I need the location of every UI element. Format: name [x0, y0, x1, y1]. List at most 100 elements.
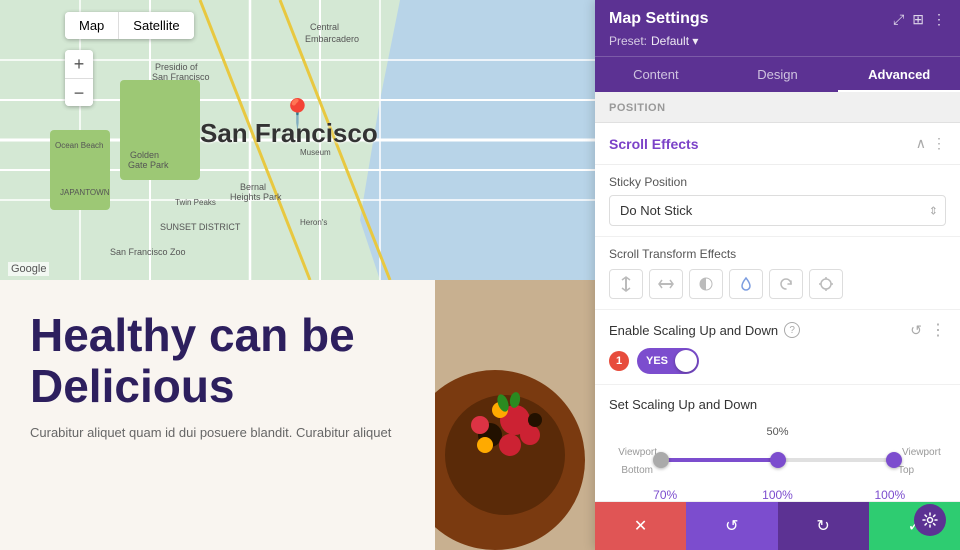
preset-row: Preset: Default ▾ — [609, 34, 946, 48]
percent-label: 50% — [766, 426, 788, 438]
map-button[interactable]: Map — [65, 12, 118, 39]
cancel-button[interactable]: ✕ — [595, 502, 686, 550]
headline: Healthy can be Delicious — [30, 310, 405, 411]
sticky-position-label: Sticky Position — [609, 175, 946, 189]
mid-scale-percent: 100% — [721, 488, 833, 501]
food-svg — [435, 280, 595, 550]
svg-text:JAPANTOWN: JAPANTOWN — [60, 188, 110, 197]
scale-labels: 70% StartingScale 100% Mid Scale 100% En… — [609, 488, 946, 501]
panel-body: POSITION Scroll Effects ∧ ⋮ Sticky Posit… — [595, 92, 960, 501]
headline-line2: Delicious — [30, 360, 235, 412]
svg-text:Golden: Golden — [130, 150, 159, 160]
slider-thumb-right[interactable] — [886, 452, 902, 468]
maximize-icon[interactable]: ⤢ — [893, 11, 904, 28]
food-image — [435, 280, 595, 550]
slider-thumb-mid[interactable] — [770, 452, 786, 468]
scroll-effects-actions: ∧ ⋮ — [916, 135, 946, 152]
enable-scaling-section: Enable Scaling Up and Down ? ↺ ⋮ 1 YES — [595, 310, 960, 385]
starting-scale-percent: 70% — [609, 488, 721, 501]
slider-area: 50% ViewportBottom — [609, 426, 946, 478]
panel-title-icons: ⤢ ⊞ ⋮ — [893, 11, 946, 28]
content-area: Healthy can be Delicious Curabitur aliqu… — [0, 280, 595, 550]
viewport-top-label: ViewportTop — [898, 447, 941, 476]
set-scaling-title: Set Scaling Up and Down — [609, 397, 946, 412]
map-svg: FISHERMAN'S WHARF Presidio of San Franci… — [0, 0, 595, 280]
floating-settings-icon[interactable] — [914, 504, 946, 536]
slider-fill — [661, 458, 778, 462]
svg-text:San Francisco: San Francisco — [152, 72, 210, 82]
google-label: Google — [8, 262, 49, 276]
svg-text:Museum: Museum — [300, 148, 331, 157]
scaling-more-icon[interactable]: ⋮ — [930, 320, 946, 340]
map-container: FISHERMAN'S WHARF Presidio of San Franci… — [0, 0, 595, 280]
scroll-effects-header[interactable]: Scroll Effects ∧ ⋮ — [595, 123, 960, 165]
toggle-yes-label: YES — [639, 352, 675, 370]
satellite-button[interactable]: Satellite — [118, 12, 193, 39]
settings-panel: Map Settings ⤢ ⊞ ⋮ Preset: Default ▾ Con… — [595, 0, 960, 550]
ending-scale-percent: 100% — [834, 488, 946, 501]
reset-right-button[interactable]: ↻ — [778, 502, 869, 550]
sticky-position-select-wrapper: Do Not Stick Stick to Top Stick to Botto… — [609, 195, 946, 226]
sticky-position-group: Sticky Position Do Not Stick Stick to To… — [595, 165, 960, 237]
svg-text:Presidio of: Presidio of — [155, 62, 198, 72]
panel-header: Map Settings ⤢ ⊞ ⋮ Preset: Default ▾ — [595, 0, 960, 56]
transform-opacity-icon[interactable] — [689, 269, 723, 299]
enable-scaling-left: Enable Scaling Up and Down ? — [609, 322, 800, 338]
map-type-toggle[interactable]: Map Satellite — [65, 12, 194, 39]
map-area: FISHERMAN'S WHARF Presidio of San Franci… — [0, 0, 595, 550]
set-scaling-section: Set Scaling Up and Down 50% ViewportBott… — [595, 385, 960, 501]
slider-track — [661, 458, 894, 462]
tab-content[interactable]: Content — [595, 57, 717, 92]
zoom-in-button[interactable]: + — [65, 50, 93, 78]
tab-advanced[interactable]: Advanced — [838, 57, 960, 92]
enable-scaling-header: Enable Scaling Up and Down ? ↺ ⋮ — [609, 320, 946, 340]
svg-text:Ocean Beach: Ocean Beach — [55, 141, 103, 150]
scroll-transform-section: Scroll Transform Effects — [595, 237, 960, 310]
preset-label: Preset: — [609, 34, 647, 48]
zoom-out-button[interactable]: − — [65, 78, 93, 106]
tab-design[interactable]: Design — [717, 57, 839, 92]
slider-thumb-left[interactable] — [653, 452, 669, 468]
svg-text:Twin Peaks: Twin Peaks — [175, 198, 216, 207]
slider-row: ViewportBottom ViewportTop — [609, 442, 946, 478]
svg-text:Central: Central — [310, 22, 339, 32]
transform-vertical-icon[interactable] — [609, 269, 643, 299]
text-content: Healthy can be Delicious Curabitur aliqu… — [0, 280, 435, 550]
scroll-effects-title: Scroll Effects — [609, 136, 698, 152]
subtext: Curabitur aliquet quam id dui posuere bl… — [30, 423, 405, 443]
transform-horizontal-icon[interactable] — [649, 269, 683, 299]
headline-line1: Healthy can be — [30, 309, 355, 361]
transform-icons-row — [609, 269, 946, 299]
scroll-transform-label: Scroll Transform Effects — [609, 247, 946, 261]
reset-left-button[interactable]: ↺ — [686, 502, 777, 550]
preset-value[interactable]: Default ▾ — [651, 34, 698, 48]
transform-rotate-icon[interactable] — [769, 269, 803, 299]
position-section: POSITION — [595, 92, 960, 123]
svg-text:Heights Park: Heights Park — [230, 192, 282, 202]
toggle-row: 1 YES — [609, 348, 946, 374]
scroll-effects-section: Scroll Effects ∧ ⋮ Sticky Position Do No… — [595, 123, 960, 501]
enable-scaling-right: ↺ ⋮ — [910, 320, 946, 340]
map-pin: 📍 — [280, 100, 315, 128]
ending-scale: 100% EndingScale — [834, 488, 946, 501]
sticky-position-select[interactable]: Do Not Stick Stick to Top Stick to Botto… — [609, 195, 946, 226]
mid-scale: 100% Mid Scale — [721, 488, 833, 501]
svg-text:Heron's: Heron's — [300, 218, 327, 227]
svg-text:SUNSET DISTRICT: SUNSET DISTRICT — [160, 222, 241, 232]
scroll-more-icon[interactable]: ⋮ — [932, 135, 946, 152]
panel-footer: ✕ ↺ ↻ ✓ — [595, 501, 960, 550]
panel-title-row: Map Settings ⤢ ⊞ ⋮ — [609, 10, 946, 28]
transform-blur-icon[interactable] — [729, 269, 763, 299]
chevron-icon[interactable]: ∧ — [916, 135, 926, 152]
help-icon[interactable]: ? — [784, 322, 800, 338]
svg-text:San Francisco Zoo: San Francisco Zoo — [110, 247, 186, 257]
scaling-toggle[interactable]: YES — [637, 348, 699, 374]
starting-scale: 70% StartingScale — [609, 488, 721, 501]
viewport-bottom-label: ViewportBottom — [618, 447, 657, 476]
transform-scale-icon[interactable] — [809, 269, 843, 299]
columns-icon[interactable]: ⊞ — [912, 11, 924, 28]
svg-text:Gate Park: Gate Park — [128, 160, 169, 170]
toggle-knob — [675, 350, 697, 372]
panel-more-icon[interactable]: ⋮ — [932, 11, 946, 28]
reset-scaling-icon[interactable]: ↺ — [910, 322, 922, 339]
